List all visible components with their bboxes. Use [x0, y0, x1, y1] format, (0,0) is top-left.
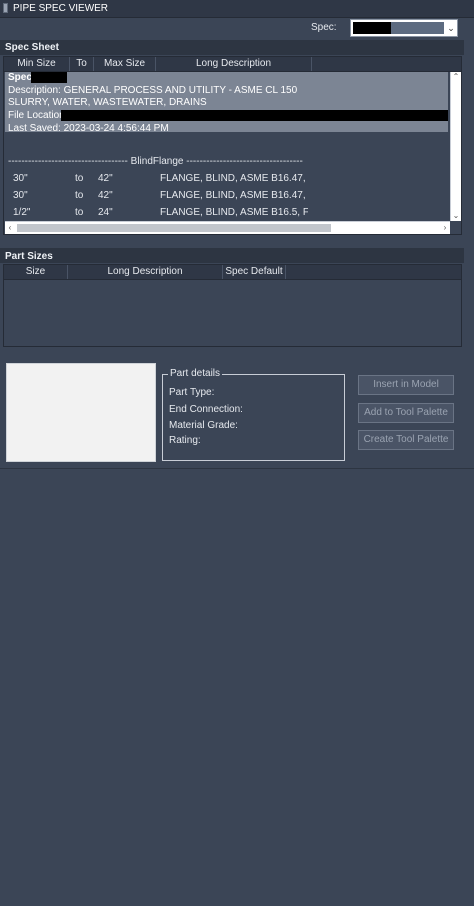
row-max-size: 24": [98, 207, 113, 218]
spec-info-block[interactable]: Spec: Description: GENERAL PROCESS AND U…: [5, 72, 448, 134]
table-row[interactable]: 30" to 42" FLANGE, BLIND, ASME B16.47, S…: [4, 190, 448, 204]
spec-sheet-grid[interactable]: Min Size To Max Size Long Description Sp…: [3, 56, 462, 235]
scroll-right-icon[interactable]: ›: [440, 222, 450, 234]
row-min-size: 30": [13, 190, 28, 201]
window-title: PIPE SPEC VIEWER: [13, 3, 109, 14]
spec-sheet-column-header: Min Size To Max Size Long Description: [4, 57, 461, 72]
file-location-label: File Location:: [8, 110, 68, 121]
part-sizes-column-header: Size Long Description Spec Default: [4, 265, 461, 280]
row-min-size: 30": [13, 173, 28, 184]
part-sizes-grid[interactable]: Size Long Description Spec Default: [3, 264, 462, 347]
table-row[interactable]: 1/2" to 24" FLANGE, BLIND, ASME B16.5, F…: [4, 207, 448, 221]
col-long-description[interactable]: Long Description: [156, 57, 312, 71]
add-to-tool-palette-label: Add to Tool Palette: [364, 407, 448, 418]
scroll-down-icon[interactable]: ⌄: [451, 211, 461, 221]
spec-value-highlight: [391, 22, 444, 34]
scroll-left-icon[interactable]: ‹: [5, 222, 15, 234]
title-bar: PIPE SPEC VIEWER: [0, 0, 474, 18]
row-description: FLANGE, BLIND, ASME B16.5, FL, CL: [160, 207, 308, 218]
row-to: to: [75, 190, 84, 201]
col-min-size[interactable]: Min Size: [4, 57, 70, 71]
col-max-size[interactable]: Max Size: [94, 57, 156, 71]
part-sizes-title: Part Sizes: [5, 251, 53, 262]
table-row[interactable]: 30" to 42" FLANGE, BLIND, ASME B16.47, S…: [4, 173, 448, 187]
redacted-file-location: [61, 110, 448, 121]
insert-in-model-label: Insert in Model: [373, 379, 439, 390]
col-spacer: [312, 57, 450, 71]
redacted-spec-name: [31, 72, 67, 83]
spec-dropdown[interactable]: ⌄: [350, 19, 458, 37]
add-to-tool-palette-button[interactable]: Add to Tool Palette: [358, 403, 454, 423]
row-to: to: [75, 173, 84, 184]
row-max-size: 42": [98, 190, 113, 201]
last-saved: Last Saved: 2023-03-24 4:56:44 PM: [8, 123, 169, 134]
group-divider-blindflange: ------------------------------------ Bli…: [8, 156, 303, 167]
redacted-spec-value: [353, 22, 391, 34]
divider: [0, 468, 474, 469]
spec-label: Spec:: [311, 22, 337, 33]
end-connection-label: End Connection:: [169, 404, 243, 415]
spec-sheet-title: Spec Sheet: [5, 42, 59, 53]
horizontal-scroll-thumb[interactable]: [17, 224, 331, 232]
insert-in-model-button[interactable]: Insert in Model: [358, 375, 454, 395]
spec-description: Description: GENERAL PROCESS AND UTILITY…: [8, 85, 298, 96]
part-preview-image: [6, 363, 156, 462]
vertical-scrollbar[interactable]: ⌃ ⌄: [450, 72, 461, 221]
spec-description-line2: SLURRY, WATER, WASTEWATER, DRAINS: [8, 97, 207, 108]
row-description: FLANGE, BLIND, ASME B16.47, SERII: [160, 190, 308, 201]
col-to[interactable]: To: [70, 57, 94, 71]
part-type-label: Part Type:: [169, 387, 215, 398]
row-to: to: [75, 207, 84, 218]
part-details-legend: Part details: [168, 368, 223, 379]
part-sizes-header: Part Sizes: [0, 248, 464, 263]
col-part-long-description[interactable]: Long Description: [68, 265, 223, 279]
spec-sheet-header: Spec Sheet: [0, 40, 464, 55]
create-tool-palette-button[interactable]: Create Tool Palette: [358, 430, 454, 450]
row-min-size: 1/2": [13, 207, 31, 218]
col-spec-default[interactable]: Spec Default: [223, 265, 286, 279]
material-grade-label: Material Grade:: [169, 420, 238, 431]
rating-label: Rating:: [169, 435, 201, 446]
col-spacer: [286, 265, 461, 279]
grip-icon[interactable]: [3, 3, 8, 13]
col-size[interactable]: Size: [4, 265, 68, 279]
chevron-down-icon[interactable]: ⌄: [445, 21, 457, 35]
scroll-up-icon[interactable]: ⌃: [451, 72, 461, 82]
row-description: FLANGE, BLIND, ASME B16.47, SERII: [160, 173, 308, 184]
horizontal-scrollbar[interactable]: ‹ ›: [5, 221, 450, 234]
row-max-size: 42": [98, 173, 113, 184]
create-tool-palette-label: Create Tool Palette: [363, 434, 449, 445]
